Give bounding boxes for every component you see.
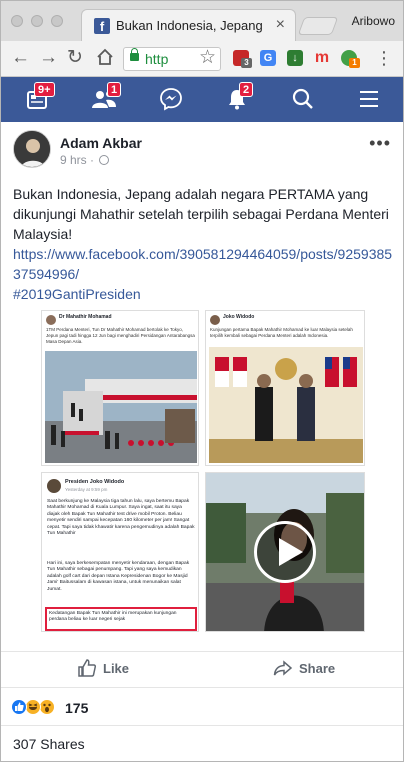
post-options-icon[interactable]: ••• xyxy=(369,134,391,152)
post-time[interactable]: 9 hrs · xyxy=(60,153,94,167)
tab-title: Bukan Indonesia, Jepang adala xyxy=(116,18,266,33)
profile-name[interactable]: Aribowo xyxy=(352,14,395,28)
post-screenshot-para-1: Saat berkunjung ke Malaysia tiga tahun l… xyxy=(47,499,195,537)
airport-photo xyxy=(45,351,197,463)
like-label: Like xyxy=(103,661,130,676)
messenger-icon[interactable] xyxy=(159,87,185,111)
tweet-caption: 1TM Perdana Menteri, Tun Dr Mahathir Moh… xyxy=(46,327,195,344)
image-grid: Dr Mahathir Mohamad 1TM Perdana Menteri,… xyxy=(41,310,365,632)
shares-count: 307 Shares xyxy=(13,736,85,752)
extension-icon-1[interactable]: 3 xyxy=(233,50,252,68)
post-actions: Like Share xyxy=(1,651,403,687)
facebook-nav-bar: 9+ 1 2 xyxy=(1,77,403,122)
post-screenshot-avatar xyxy=(47,479,61,493)
like-reaction-icon xyxy=(11,699,27,715)
search-icon[interactable] xyxy=(291,87,317,111)
forward-icon[interactable]: → xyxy=(39,47,58,69)
tweet-caption-2: Kunjungan pertama Bapak Mahathir Mohamad… xyxy=(210,327,353,338)
post-screenshot-highlight: Kedatangan Bapak Tun Mahathir ini merupa… xyxy=(45,607,197,631)
share-icon xyxy=(273,660,293,676)
new-tab-button[interactable] xyxy=(297,17,339,35)
avatar[interactable] xyxy=(13,130,51,168)
photo-jokowi-tweet[interactable]: Joko Widodo Kunjungan pertama Bapak Maha… xyxy=(205,310,365,466)
friends-icon[interactable]: 1 xyxy=(91,82,122,111)
post-author[interactable]: Adam Akbar xyxy=(60,135,142,151)
friends-badge: 1 xyxy=(107,82,122,97)
extension-badge-2: 1 xyxy=(349,58,360,68)
globe-icon xyxy=(99,155,109,165)
browser-tab[interactable]: f Bukan Indonesia, Jepang adala × xyxy=(81,9,296,41)
url-text: http xyxy=(145,51,169,67)
translate-icon[interactable]: G xyxy=(260,50,276,66)
like-icon xyxy=(78,659,97,677)
play-icon xyxy=(279,538,303,566)
post-hashtag[interactable]: #2019GantiPresiden xyxy=(13,284,397,304)
palace-photo xyxy=(209,347,363,463)
wow-reaction-icon xyxy=(39,699,55,715)
browser-window: f Bukan Indonesia, Jepang adala × Aribow… xyxy=(0,0,404,762)
tweet-author-2: Joko Widodo xyxy=(223,314,255,320)
lock-icon xyxy=(130,48,139,61)
play-button[interactable] xyxy=(254,521,316,583)
m-extension-icon[interactable]: m xyxy=(314,50,330,66)
browser-toolbar: ← → ↻ http ☆ 3 G ↓ m 1 ⋮ xyxy=(1,41,403,77)
haha-reaction-icon xyxy=(25,699,41,715)
post-link[interactable]: https://www.facebook.com/390581294464059… xyxy=(13,244,397,284)
post-screenshot-author: Presiden Joko Widodo xyxy=(65,479,125,485)
time-separator: · xyxy=(90,153,95,167)
maximize-window-button[interactable] xyxy=(51,15,63,27)
post-screenshot-para-2: Hari ini, saya berkesempatan menyetir ke… xyxy=(47,561,190,592)
browser-menu-icon[interactable]: ⋮ xyxy=(375,49,393,67)
back-icon[interactable]: ← xyxy=(11,47,30,69)
close-tab-icon[interactable]: × xyxy=(276,16,285,34)
reactions-row[interactable]: 175 xyxy=(1,687,403,725)
reaction-count: 175 xyxy=(65,700,89,716)
close-window-button[interactable] xyxy=(11,15,23,27)
extension-badge-1: 3 xyxy=(241,58,252,68)
tweet-author: Dr Mahathir Mohamad xyxy=(59,314,112,320)
bell-icon[interactable]: 2 xyxy=(225,82,254,111)
tweet-avatar xyxy=(46,315,56,325)
post-screenshot-time: Yesterday at 9:59 pm xyxy=(65,487,108,492)
feed-badge: 9+ xyxy=(34,82,55,97)
video-thumbnail[interactable] xyxy=(205,472,365,632)
home-icon[interactable] xyxy=(95,47,115,73)
menu-icon[interactable] xyxy=(357,87,383,111)
star-icon[interactable]: ☆ xyxy=(199,48,216,68)
tab-strip: f Bukan Indonesia, Jepang adala × Aribow… xyxy=(1,1,403,41)
share-label: Share xyxy=(299,661,336,676)
photo-mahathir-tweet[interactable]: Dr Mahathir Mohamad 1TM Perdana Menteri,… xyxy=(41,310,199,466)
notifications-badge: 2 xyxy=(239,82,254,97)
extension-icon-2[interactable]: 1 xyxy=(341,50,360,68)
download-icon[interactable]: ↓ xyxy=(287,50,303,66)
minimize-window-button[interactable] xyxy=(31,15,43,27)
photo-jokowi-post[interactable]: Presiden Joko Widodo Yesterday at 9:59 p… xyxy=(41,472,199,632)
post-text: Bukan Indonesia, Jepang adalah negara PE… xyxy=(13,186,389,242)
post-time-text: 9 hrs xyxy=(60,153,87,167)
feed-icon[interactable]: 9+ xyxy=(25,82,55,111)
reload-icon[interactable]: ↻ xyxy=(67,47,83,69)
shares-row[interactable]: 307 Shares xyxy=(1,725,403,761)
facebook-favicon-icon: f xyxy=(94,18,110,34)
tweet-avatar-2 xyxy=(210,315,220,325)
